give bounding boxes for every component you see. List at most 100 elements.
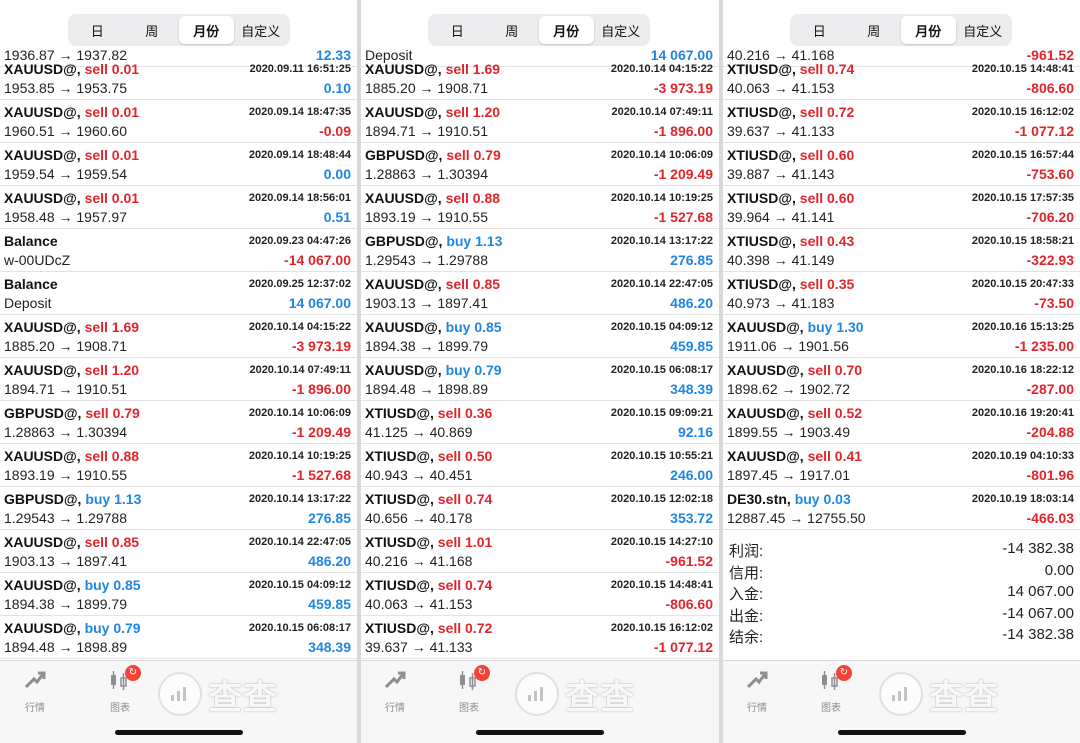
segment-option-1[interactable]: 周 (847, 16, 902, 44)
list-item[interactable]: XAUUSD@, sell 0.41 2020.10.19 04:10:33 189… (723, 444, 1080, 487)
trade-side-volume: sell 1.20 (84, 362, 140, 378)
list-item[interactable]: XAUUSD@, sell 1.20 2020.10.14 07:49:11 189… (0, 358, 357, 401)
history-screen-1: 日周月份 自定义 1936.87 → 1937.82 12.33 XAUUSD@, se… (0, 0, 357, 743)
list-item[interactable]: GBPUSD@, buy 1.13 2020.10.14 13:17:22 1.29… (0, 487, 357, 530)
list-item[interactable]: XTIUSD@, sell 0.50 2020.10.15 10:55:21 40.… (361, 444, 719, 487)
list-item[interactable]: XAUUSD@, sell 1.69 2020.10.14 04:15:22 188… (0, 315, 357, 358)
trade-title: XTIUSD@, sell 0.74 (365, 577, 492, 593)
tab-quotes[interactable]: 行情 (10, 667, 60, 714)
list-item[interactable]: XTIUSD@, sell 0.43 2020.10.15 18:58:21 40.… (723, 229, 1080, 272)
trade-title: XAUUSD@, sell 0.85 (4, 534, 139, 550)
list-item[interactable]: XTIUSD@, sell 0.60 2020.10.15 16:57:44 39.… (723, 143, 1080, 186)
watermark-text: 查查 (208, 678, 278, 717)
list-item[interactable]: GBPUSD@, buy 1.13 2020.10.14 13:17:22 1.29… (361, 229, 719, 272)
trade-side-volume: sell 1.69 (445, 61, 501, 77)
list-item[interactable]: XTIUSD@, sell 0.74 2020.10.15 12:02:18 40.… (361, 487, 719, 530)
trade-profit: -1 235.00 (1014, 338, 1074, 354)
list-item[interactable]: XTIUSD@, sell 0.35 2020.10.15 20:47:33 40.… (723, 272, 1080, 315)
trade-side-volume: sell 0.60 (799, 190, 855, 206)
trade-symbol: GBPUSD@, (4, 405, 82, 421)
list-item[interactable]: XAUUSD@, sell 0.70 2020.10.16 18:22:12 189… (723, 358, 1080, 401)
trade-symbol: XTIUSD@, (727, 233, 796, 249)
trade-prices: 1911.06 → 1901.56 (727, 338, 849, 354)
trade-datetime: 2020.10.19 18:03:14 (971, 493, 1074, 505)
trade-side-volume: sell 0.79 (85, 405, 140, 421)
list-item[interactable]: XAUUSD@, sell 0.88 2020.10.14 10:19:25 189… (0, 444, 357, 487)
trade-datetime: 2020.10.14 10:19:25 (248, 450, 351, 462)
trade-datetime: 2020.10.14 10:06:09 (610, 149, 713, 161)
tab-quotes-label: 行情 (747, 703, 767, 714)
trade-datetime: 2020.10.15 14:48:41 (610, 579, 713, 591)
list-item[interactable]: DE30.stn, buy 0.03 2020.10.19 18:03:14 128… (723, 487, 1080, 530)
trade-symbol: XAUUSD@, (4, 104, 81, 120)
tab-chart[interactable]: ↻ 图表 (444, 665, 494, 714)
list-item[interactable]: XAUUSD@, sell 0.85 2020.10.14 22:47:05 190… (0, 530, 357, 573)
list-item[interactable]: XTIUSD@, sell 0.60 2020.10.15 17:57:35 39.… (723, 186, 1080, 229)
list-item[interactable]: XAUUSD@, buy 0.85 2020.10.15 04:09:12 1894… (361, 315, 719, 358)
tab-quotes[interactable]: 行情 (732, 667, 782, 714)
tab-chart[interactable]: ↻ 图表 (95, 665, 145, 714)
segment-option-1[interactable]: 周 (125, 16, 180, 44)
trade-title: Balance (4, 276, 58, 292)
list-item[interactable]: XAUUSD@, sell 0.01 2020.09.14 18:47:35 196… (0, 100, 357, 143)
list-item[interactable]: XTIUSD@, sell 1.01 2020.10.15 14:27:10 40.… (361, 530, 719, 573)
trade-datetime: 2020.10.15 14:27:10 (610, 536, 713, 548)
list-item[interactable]: XAUUSD@, buy 0.79 2020.10.15 06:08:17 1894… (361, 358, 719, 401)
list-item[interactable]: XAUUSD@, sell 0.88 2020.10.14 10:19:25 189… (361, 186, 719, 229)
list-item[interactable]: XAUUSD@, sell 0.01 2020.09.11 16:51:25 195… (0, 57, 357, 100)
list-item[interactable]: XAUUSD@, buy 0.85 2020.10.15 04:09:12 1894… (0, 573, 357, 616)
summary-row: 出金: -14 067.00 (723, 603, 1080, 625)
list-item[interactable]: Balance 2020.09.23 04:47:26 w-00UDcZ -14 06… (0, 229, 357, 272)
trade-datetime: 2020.10.14 22:47:05 (610, 278, 713, 290)
trade-symbol: XAUUSD@, (365, 104, 442, 120)
segment-option-1[interactable]: 周 (485, 16, 540, 44)
list-item[interactable]: XTIUSD@, sell 0.74 2020.10.15 14:48:41 40.… (723, 57, 1080, 100)
list-item[interactable]: XAUUSD@, sell 0.52 2020.10.16 19:20:41 189… (723, 401, 1080, 444)
list-item[interactable]: XTIUSD@, sell 0.72 2020.10.15 16:12:02 39.… (361, 616, 719, 659)
trade-profit: 0.10 (323, 80, 351, 96)
list-item[interactable]: XAUUSD@, sell 0.01 2020.09.14 18:56:01 195… (0, 186, 357, 229)
list-item[interactable]: XAUUSD@, buy 1.30 2020.10.16 15:13:25 1911… (723, 315, 1080, 358)
trade-symbol: Balance (4, 233, 58, 249)
tab-chart[interactable]: ↻ 图表 (806, 665, 856, 714)
list-item[interactable]: Balance 2020.09.25 12:37:02 Deposit 14 067.… (0, 272, 357, 315)
trade-profit: -806.60 (1026, 80, 1074, 96)
list-item[interactable]: XAUUSD@, sell 1.20 2020.10.14 07:49:11 189… (361, 100, 719, 143)
trade-symbol: XTIUSD@, (727, 190, 796, 206)
trade-prices: 1894.71 → 1910.51 (4, 381, 127, 397)
segment-option-3[interactable]: 自定义 (234, 16, 289, 44)
segment-option-0[interactable]: 日 (430, 16, 485, 44)
segment-option-3[interactable]: 自定义 (956, 16, 1011, 44)
segment-option-0[interactable]: 日 (70, 16, 125, 44)
trade-datetime: 2020.10.16 19:20:41 (971, 407, 1074, 419)
quotes-arrow-icon (24, 671, 46, 689)
list-item[interactable]: XAUUSD@, sell 1.69 2020.10.14 04:15:22 188… (361, 57, 719, 100)
list-item[interactable]: XAUUSD@, sell 0.01 2020.09.14 18:48:44 195… (0, 143, 357, 186)
trade-side-volume: sell 0.36 (437, 405, 493, 421)
trade-prices: 39.637 → 41.133 (727, 123, 835, 139)
trade-prices: 1903.13 → 1897.41 (4, 553, 127, 569)
trade-side-volume: sell 0.72 (437, 620, 493, 636)
segment-option-0[interactable]: 日 (792, 16, 847, 44)
segment-option-2[interactable]: 月份 (179, 16, 234, 44)
trade-prices: 1.29543 → 1.29788 (365, 252, 488, 268)
list-item[interactable]: GBPUSD@, sell 0.79 2020.10.14 10:06:09 1.2… (0, 401, 357, 444)
trade-title: XTIUSD@, sell 0.43 (727, 233, 854, 249)
segment-option-2[interactable]: 月份 (901, 16, 956, 44)
trade-symbol: XTIUSD@, (365, 491, 434, 507)
summary-row: 入金: 14 067.00 (723, 581, 1080, 603)
trade-profit: -1 527.68 (653, 209, 713, 225)
watermark-chart-icon (879, 672, 923, 716)
trade-title: XAUUSD@, buy 0.79 (365, 362, 502, 378)
trade-title: XAUUSD@, buy 1.30 (727, 319, 864, 335)
segment-option-2[interactable]: 月份 (539, 16, 594, 44)
tab-quotes[interactable]: 行情 (370, 667, 420, 714)
segment-option-3[interactable]: 自定义 (594, 16, 649, 44)
list-item[interactable]: XTIUSD@, sell 0.36 2020.10.15 09:09:21 41.… (361, 401, 719, 444)
trade-profit: 348.39 (308, 639, 351, 655)
list-item[interactable]: GBPUSD@, sell 0.79 2020.10.14 10:06:09 1.2… (361, 143, 719, 186)
list-item[interactable]: XAUUSD@, buy 0.79 2020.10.15 06:08:17 1894… (0, 616, 357, 659)
list-item[interactable]: XTIUSD@, sell 0.72 2020.10.15 16:12:02 39.… (723, 100, 1080, 143)
list-item[interactable]: XAUUSD@, sell 0.85 2020.10.14 22:47:05 190… (361, 272, 719, 315)
list-item[interactable]: XTIUSD@, sell 0.74 2020.10.15 14:48:41 40.… (361, 573, 719, 616)
